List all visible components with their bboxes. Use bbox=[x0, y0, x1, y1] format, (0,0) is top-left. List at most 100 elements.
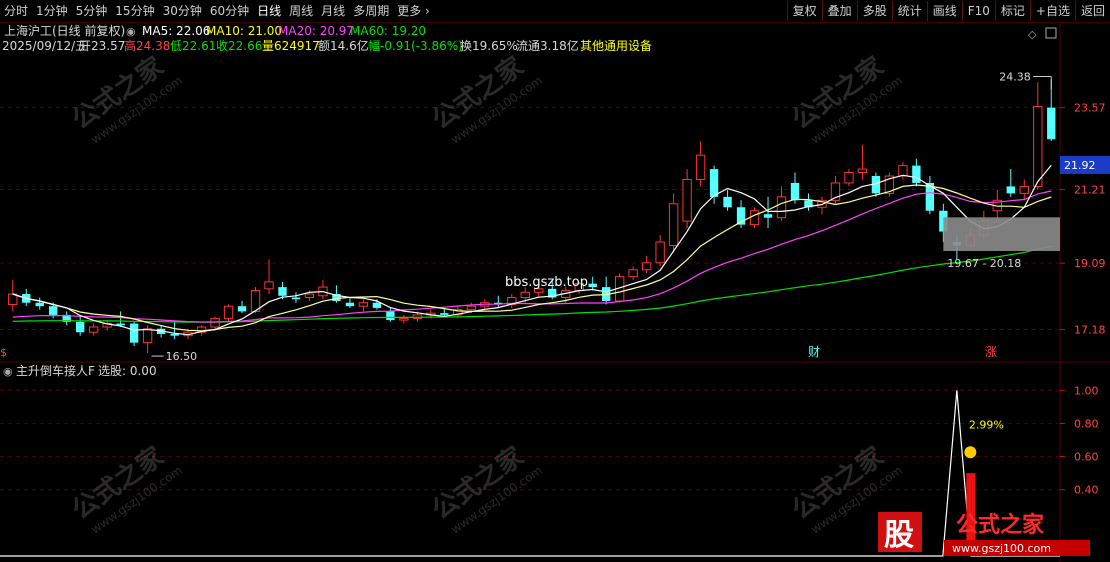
candle-body-3 bbox=[49, 306, 58, 315]
ma5-label: MA5: 22.06 bbox=[142, 24, 210, 38]
candle-body-47 bbox=[641, 262, 652, 271]
ma10-label: MA10: 21.00 bbox=[206, 24, 282, 38]
candle-body-43 bbox=[588, 283, 597, 288]
candle-body-34 bbox=[466, 305, 476, 311]
candle-body-51 bbox=[695, 154, 706, 180]
amount-label: 额14.6亿 bbox=[318, 38, 369, 53]
candle-body-25 bbox=[345, 302, 355, 307]
candle-body-58 bbox=[790, 182, 800, 201]
indicator-title: 主升倒车接人F bbox=[16, 363, 95, 378]
watermark-tile-3: 公式之家www.gszj100.com bbox=[66, 441, 185, 537]
candle-body-63 bbox=[857, 168, 868, 174]
candle-body-56 bbox=[763, 214, 773, 218]
watermark-tile-0: 公式之家www.gszj100.com bbox=[66, 51, 185, 147]
event-cai-marker: 财 bbox=[808, 345, 820, 359]
turnover-label: 换19.65% bbox=[460, 39, 518, 53]
range-label: 19.67 - 20.18 bbox=[947, 257, 1021, 270]
watermark-tile-4: 公式之家www.gszj100.com bbox=[426, 441, 545, 537]
candle-body-5 bbox=[75, 321, 85, 333]
watermark-tiles: 公式之家www.gszj100.com 公式之家www.gszj100.com 公式… bbox=[66, 51, 905, 537]
candle-body-52 bbox=[709, 169, 719, 197]
candle-body-27 bbox=[372, 302, 382, 308]
brand-name: 公式之家 bbox=[956, 512, 1045, 538]
candle-body-17 bbox=[237, 306, 247, 312]
brand-url: www.gszj100.com bbox=[952, 542, 1051, 555]
ma60-label: MA60: 19.20 bbox=[350, 24, 426, 38]
sub-tick-label-2: 0.80 bbox=[1074, 417, 1099, 430]
candle-body-76 bbox=[1033, 106, 1043, 187]
low-marker-label: 16.50 bbox=[166, 350, 198, 363]
candle-body-20 bbox=[278, 287, 287, 296]
maximize-icon bbox=[1045, 27, 1057, 39]
header-info: 上海沪工(日线 前复权) ◉ MA5: 22.06 MA10: 21.00 MA… bbox=[2, 23, 652, 53]
sector-label: 其他通用设备 bbox=[580, 39, 652, 53]
candle-body-28 bbox=[386, 311, 395, 321]
candle-body-2 bbox=[35, 302, 44, 307]
candle-body-75 bbox=[1019, 185, 1029, 194]
candle-body-6 bbox=[88, 326, 99, 333]
indicator-value: 选股: 0.00 bbox=[98, 364, 157, 378]
main-tick-label-2: 21.21 bbox=[1074, 184, 1106, 197]
candle-body-57 bbox=[776, 196, 787, 219]
chart-canvas: 17.18 19.09 21.21 23.57 0.40 0.60 0.80 1.00 公式之… bbox=[0, 23, 1110, 562]
date-label: 2025/09/12/五 bbox=[2, 39, 87, 53]
candle-body-19 bbox=[264, 281, 274, 290]
settings-icon[interactable]: ◉ bbox=[126, 25, 136, 38]
event-zhang-marker: 涨 bbox=[985, 344, 997, 359]
main-tick-label-0: 17.18 bbox=[1074, 323, 1106, 336]
volume-label: 量624917 bbox=[262, 39, 320, 53]
range-box bbox=[943, 217, 1060, 252]
sub-tick-label-0: 0.40 bbox=[1074, 484, 1099, 497]
candle-body-12 bbox=[170, 333, 179, 336]
open-label: 开23.57 bbox=[79, 39, 125, 53]
ma20-label: MA20: 20.97 bbox=[278, 24, 354, 38]
ma20-line bbox=[12, 190, 1052, 323]
candle-body-77 bbox=[1047, 107, 1056, 140]
candle-body-10 bbox=[142, 328, 153, 344]
float-cap-label: 流通3.18亿 bbox=[516, 38, 579, 53]
ma10-line bbox=[12, 184, 1052, 332]
change-label: 幅-0.91(-3.86%) bbox=[368, 38, 463, 53]
candle-body-62 bbox=[844, 172, 854, 184]
main-chart bbox=[8, 79, 1056, 354]
candle-body-46 bbox=[628, 269, 638, 278]
close-label: 收22.66 bbox=[216, 39, 262, 53]
watermark-tile-1: 公式之家www.gszj100.com bbox=[426, 51, 545, 147]
candle-body-9 bbox=[129, 323, 139, 343]
brand-watermark: 股 公式之家 www.gszj100.com bbox=[878, 512, 1090, 556]
candle-body-22 bbox=[304, 293, 315, 299]
candle-body-66 bbox=[898, 165, 908, 177]
candle-body-67 bbox=[912, 165, 921, 183]
candle-body-26 bbox=[358, 302, 369, 307]
high-label: 高24.38 bbox=[124, 38, 170, 53]
current-price-label: 21.92 bbox=[1064, 159, 1096, 172]
brand-logo-text: 股 bbox=[884, 518, 914, 553]
signal-percent: 2.99% bbox=[969, 418, 1004, 431]
diamond-icon: ◇ bbox=[1028, 28, 1037, 41]
sub-tick-label-3: 1.00 bbox=[1074, 384, 1099, 397]
candle-body-38 bbox=[520, 291, 530, 299]
smiley-icon bbox=[964, 446, 977, 459]
candle-body-49 bbox=[668, 203, 679, 246]
candle-body-55 bbox=[749, 210, 760, 226]
high-marker-label: 24.38 bbox=[999, 71, 1030, 84]
indicator-settings-icon: ◉ bbox=[3, 365, 13, 378]
candle-body-50 bbox=[682, 178, 692, 222]
candle-body-21 bbox=[291, 297, 301, 300]
sub-tick-label-1: 0.60 bbox=[1074, 451, 1099, 464]
candle-body-74 bbox=[1006, 186, 1015, 194]
candle-body-53 bbox=[723, 196, 732, 208]
candle-body-48 bbox=[655, 241, 665, 264]
bbs-watermark: bbs.gszb.top bbox=[505, 275, 588, 290]
ma5-line bbox=[12, 164, 1052, 336]
main-tick-label-3: 23.57 bbox=[1074, 102, 1106, 115]
candle-body-29 bbox=[399, 317, 409, 321]
main-tick-label-1: 19.09 bbox=[1074, 257, 1106, 270]
corner-mark: $ bbox=[0, 346, 7, 359]
candle-body-32 bbox=[440, 313, 449, 315]
candle-body-16 bbox=[223, 305, 234, 319]
stock-title: 上海沪工(日线 前复权) bbox=[4, 23, 125, 38]
overlays: 16.50 24.38 19.67 - 20.18 bbs.gszb.top 财 涨 $21… bbox=[0, 27, 1110, 363]
watermark-tile-2: 公式之家www.gszj100.com bbox=[786, 51, 905, 147]
candle-body-0 bbox=[8, 293, 18, 305]
